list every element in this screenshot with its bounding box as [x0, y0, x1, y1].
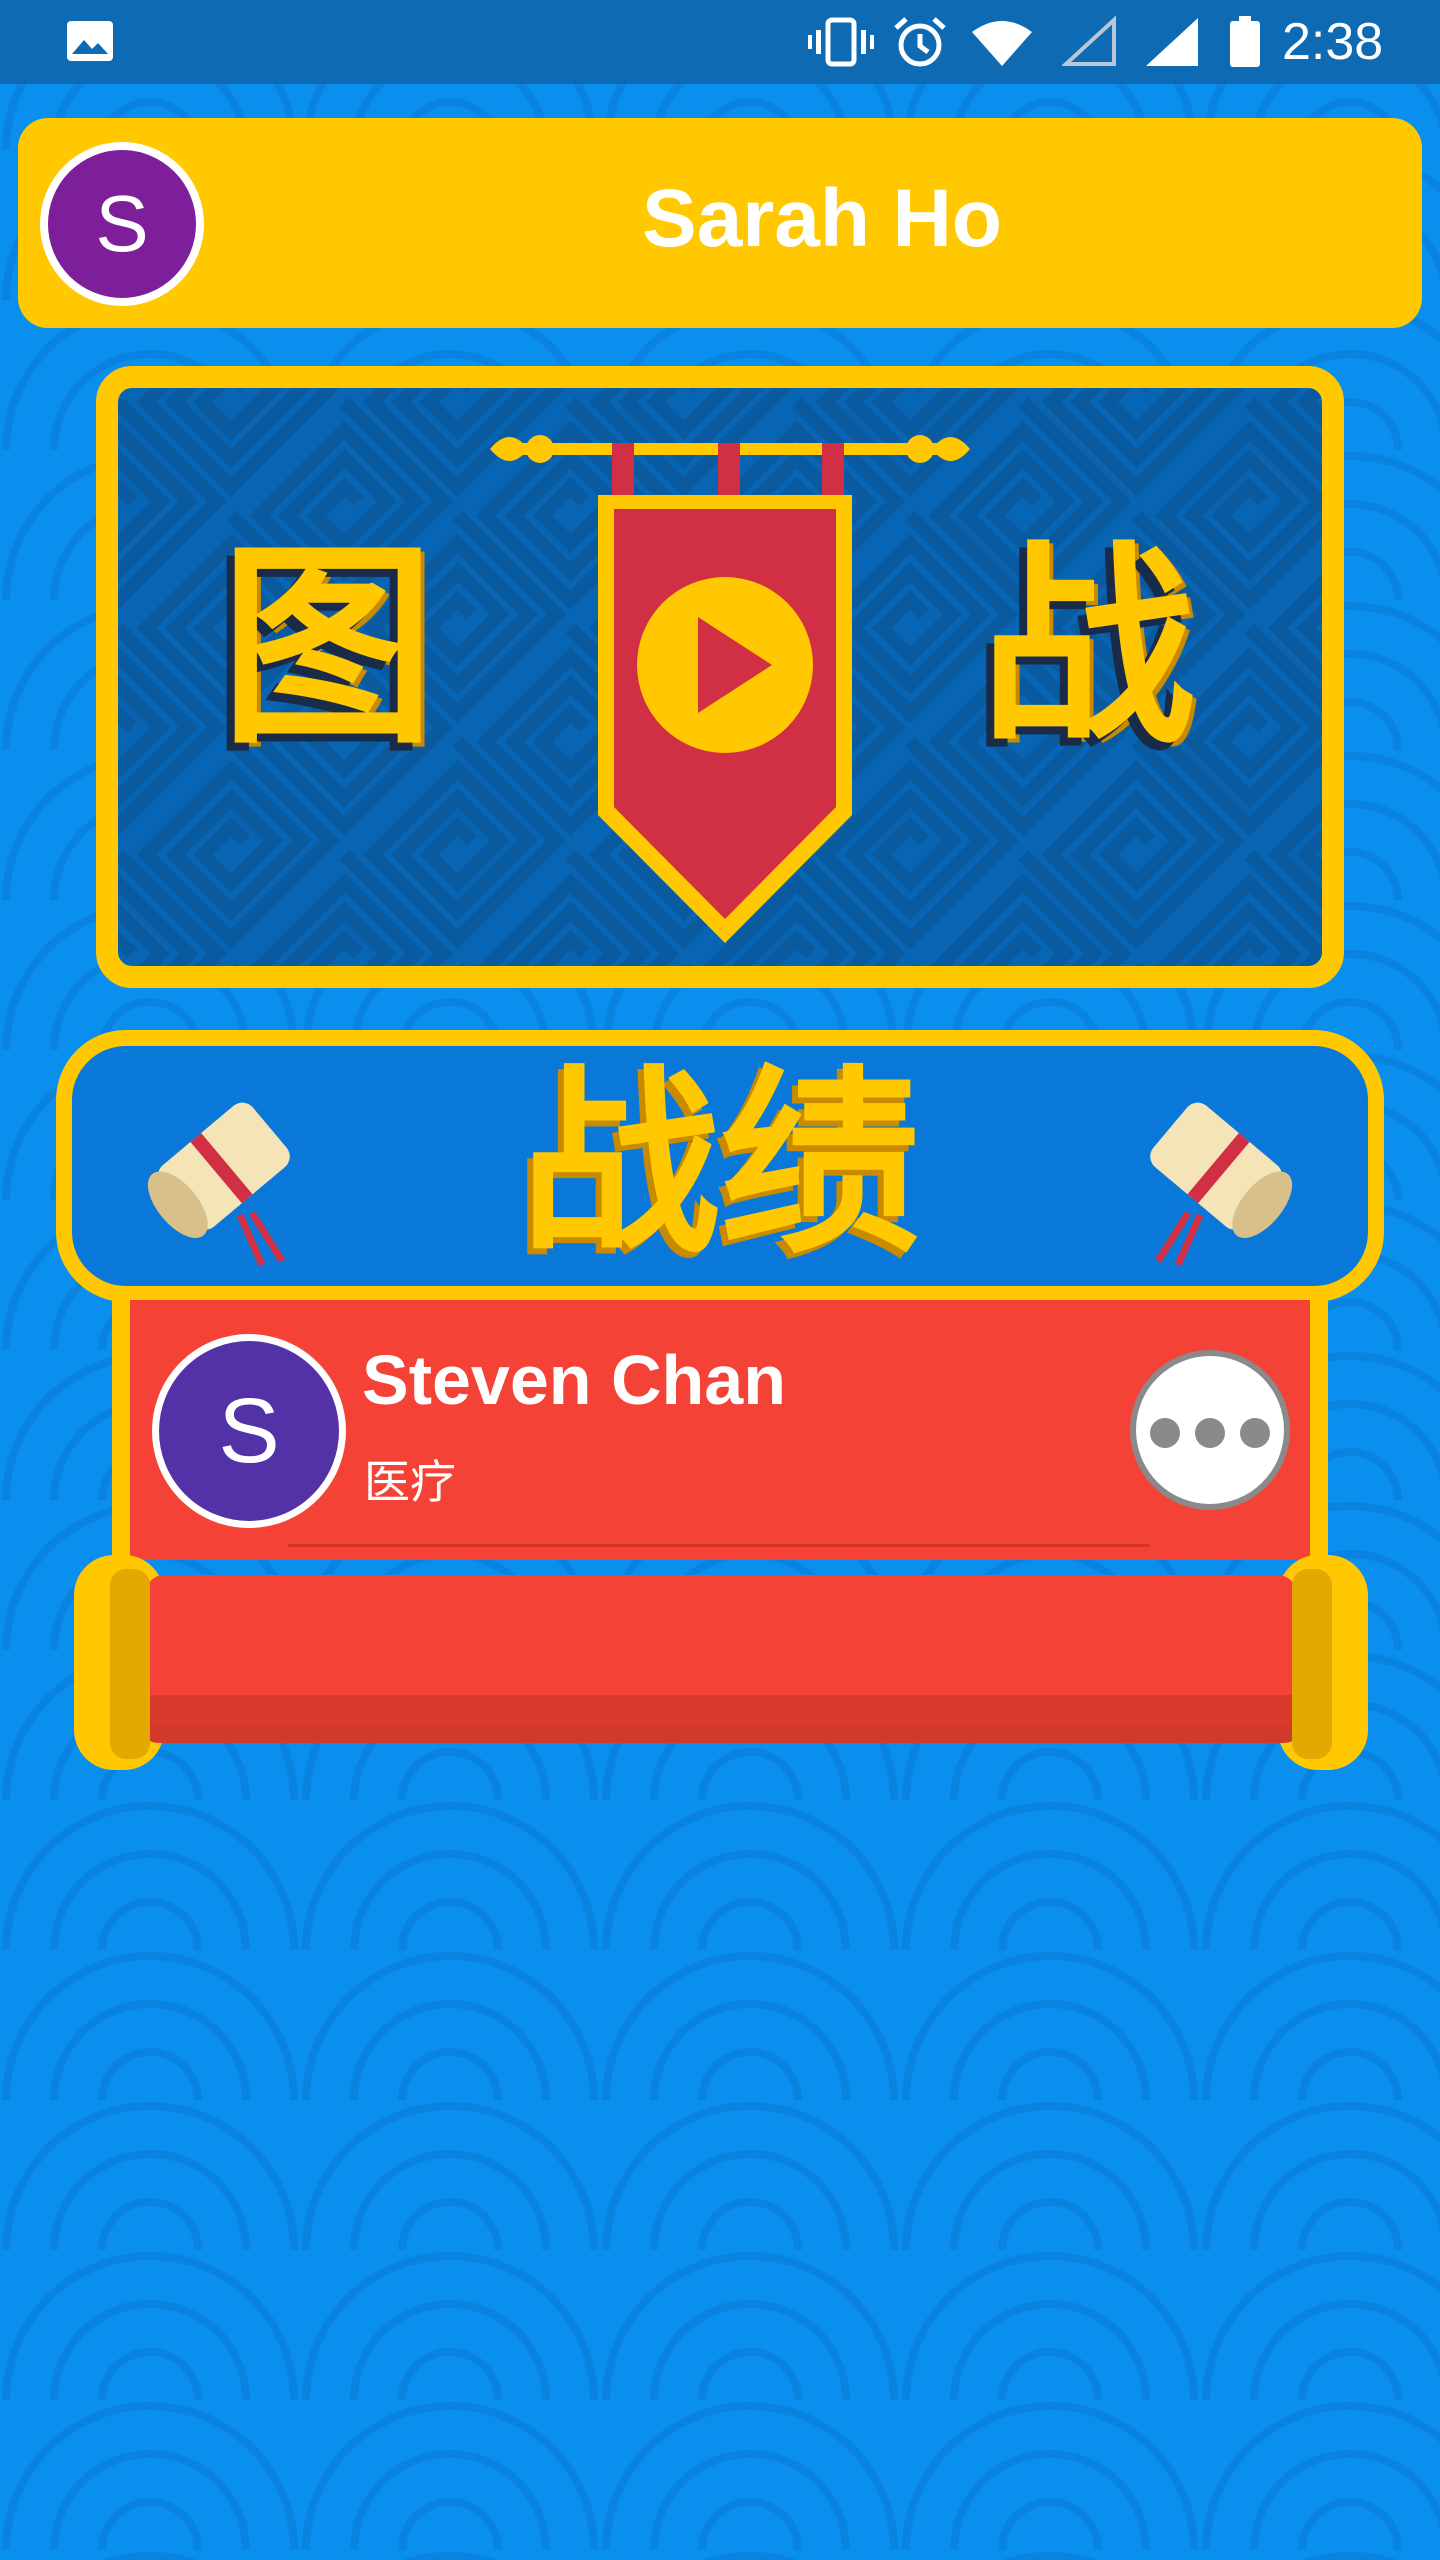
alarm-icon — [894, 17, 946, 67]
more-button[interactable] — [1130, 1350, 1290, 1510]
banner-char-right: 战 — [980, 522, 1195, 773]
status-bar — [0, 0, 1440, 84]
gallery-icon — [67, 21, 113, 61]
more-icon — [1150, 1418, 1180, 1448]
scroll-right-icon — [1150, 1102, 1293, 1267]
clock: 2:38 — [1282, 13, 1384, 71]
divider — [288, 1544, 1150, 1547]
battery-icon — [1230, 16, 1260, 67]
banner-char-left: 图 — [220, 522, 435, 773]
wifi-icon — [972, 21, 1032, 66]
scroll-left-icon — [147, 1102, 290, 1267]
pennant-play-button[interactable] — [480, 395, 980, 955]
more-icon-dot — [1240, 1418, 1270, 1448]
user-name: Sarah Ho — [642, 173, 1002, 264]
contact-name: Steven Chan — [362, 1341, 786, 1419]
records-title: 战绩 — [519, 1048, 920, 1281]
contact-avatar[interactable]: S — [152, 1334, 346, 1528]
no-signal-icon — [1062, 16, 1116, 66]
contact-subtitle: 医疗 — [364, 1455, 456, 1509]
scroll-roll — [74, 1555, 1368, 1770]
more-icon-dot — [1195, 1418, 1225, 1448]
vibrate-icon — [808, 17, 874, 67]
user-avatar[interactable]: S — [40, 142, 204, 306]
signal-icon — [1146, 18, 1198, 66]
